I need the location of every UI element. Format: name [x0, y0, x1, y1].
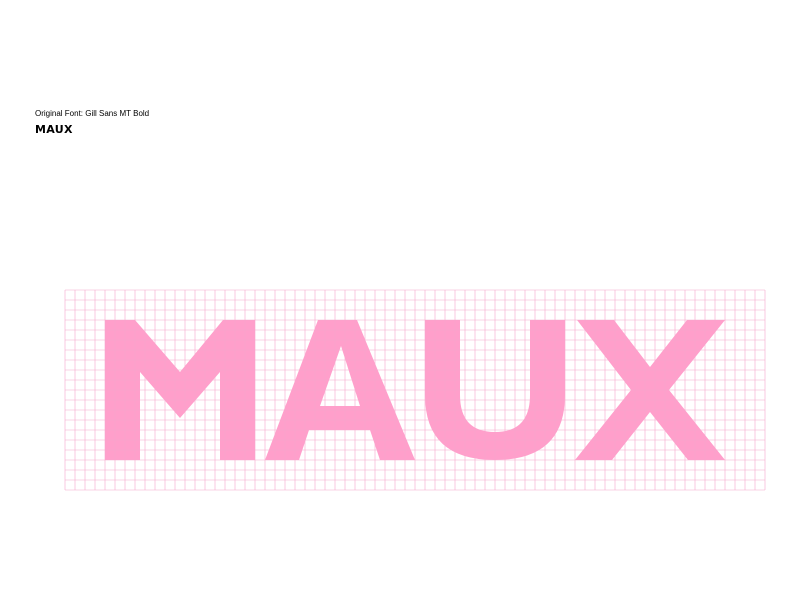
glyph-specimen	[64, 289, 766, 491]
specimen-grid	[64, 289, 766, 491]
